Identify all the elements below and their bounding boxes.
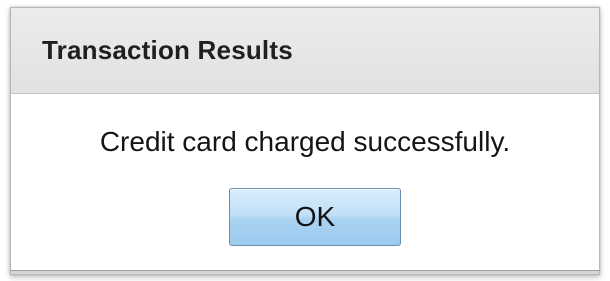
dialog-message: Credit card charged successfully. (99, 126, 511, 157)
dialog-titlebar: Transaction Results (11, 8, 599, 94)
ok-button[interactable]: OK (229, 188, 401, 246)
dialog-title: Transaction Results (42, 35, 293, 65)
transaction-results-dialog: Transaction Results Credit card charged … (10, 7, 600, 275)
